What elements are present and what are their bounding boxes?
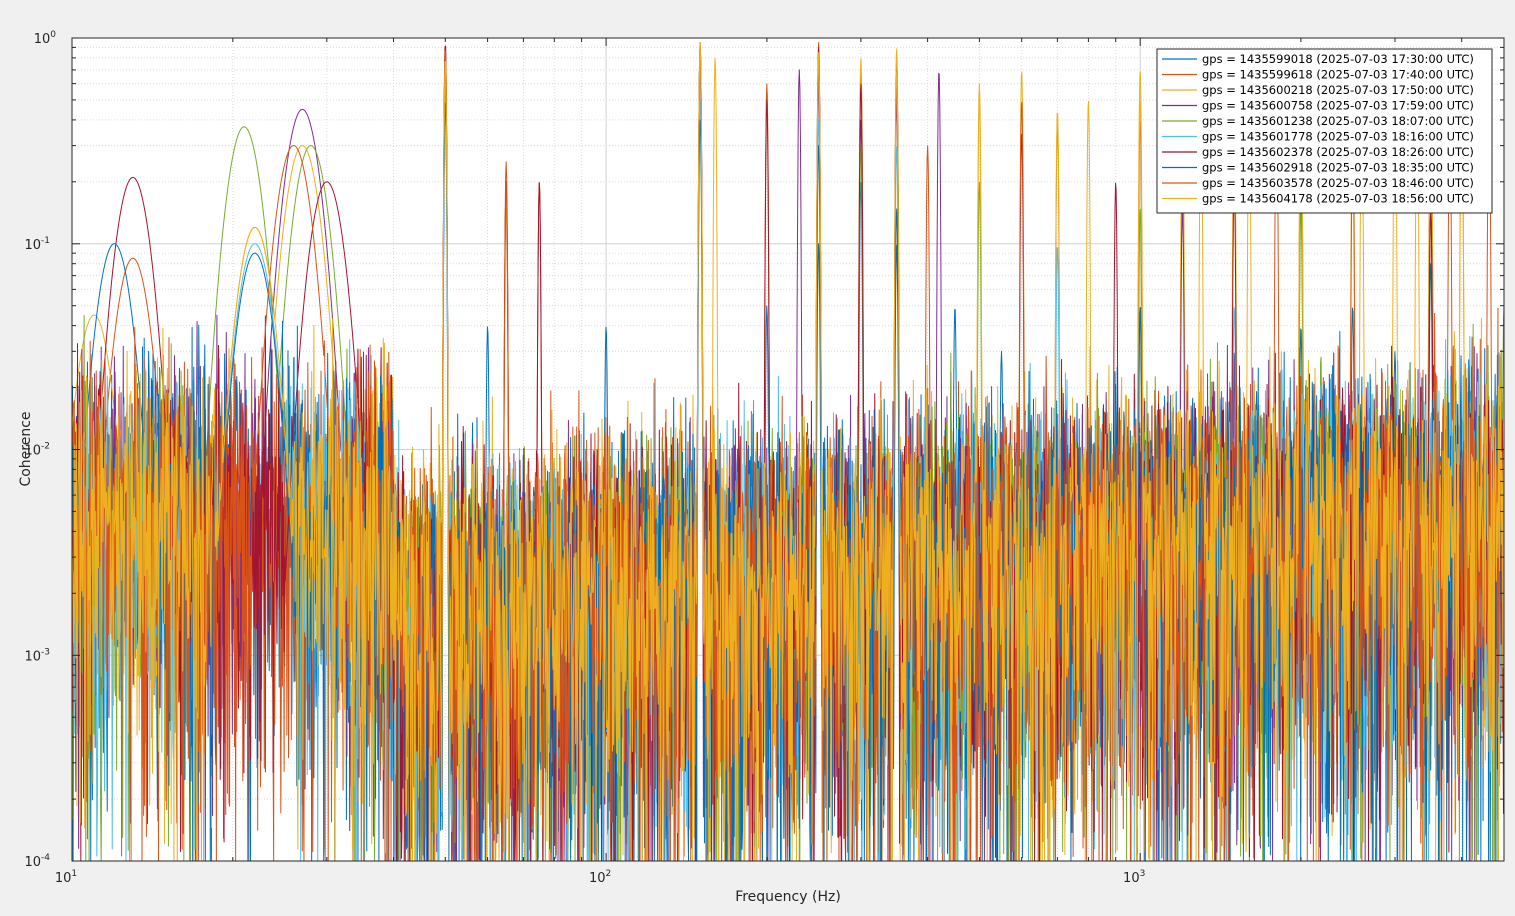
x-tick-label: 101 [55, 869, 77, 886]
y-tick-label-base: 10 [24, 238, 41, 253]
y-tick-label-base: 10 [24, 649, 41, 664]
legend-entry-5[interactable]: gps = 1435601238 (2025-07-03 18:07:00 UT… [1202, 114, 1474, 128]
y-tick-label-exponent: -2 [41, 442, 50, 452]
y-tick-label: 10-1 [24, 236, 50, 253]
y-tick-label: 10-3 [24, 647, 50, 664]
x-tick-label: 103 [1123, 869, 1145, 886]
legend[interactable]: gps = 1435599018 (2025-07-03 17:30:00 UT… [1156, 48, 1493, 214]
legend-entry-2[interactable]: gps = 1435599618 (2025-07-03 17:40:00 UT… [1202, 68, 1474, 82]
y-tick-label-exponent: -1 [41, 236, 50, 246]
x-tick-label-exponent: 2 [606, 869, 612, 879]
x-tick-label-base: 10 [1123, 871, 1140, 886]
x-tick-label: 102 [589, 869, 611, 886]
y-axis-label: Coherence [18, 411, 34, 486]
y-tick-label-exponent: -4 [41, 853, 50, 863]
y-tick-label-exponent: -3 [41, 647, 50, 657]
legend-entry-10[interactable]: gps = 1435604178 (2025-07-03 18:56:00 UT… [1202, 192, 1474, 206]
x-tick-label-base: 10 [55, 871, 72, 886]
legend-entry-9[interactable]: gps = 1435603578 (2025-07-03 18:46:00 UT… [1202, 176, 1474, 190]
legend-entry-3[interactable]: gps = 1435600218 (2025-07-03 17:50:00 UT… [1202, 83, 1474, 97]
legend-entry-1[interactable]: gps = 1435599018 (2025-07-03 17:30:00 UT… [1202, 52, 1474, 66]
y-tick-label: 10-4 [24, 853, 50, 870]
legend-entry-4[interactable]: gps = 1435600758 (2025-07-03 17:59:00 UT… [1202, 99, 1474, 113]
figure: 101 102 103 10-4 10-3 10-2 10-1 100 Frequency (… [0, 0, 1515, 916]
x-tick-label-exponent: 3 [1140, 869, 1146, 879]
legend-entry-8[interactable]: gps = 1435602918 (2025-07-03 18:35:00 UT… [1202, 161, 1474, 175]
y-tick-label-base: 10 [24, 855, 41, 870]
y-tick-label: 100 [34, 30, 57, 47]
x-tick-label-base: 10 [589, 871, 606, 886]
y-tick-label-base: 10 [34, 32, 51, 47]
y-tick-label-exponent: 0 [50, 30, 56, 40]
x-axis-label: Frequency (Hz) [735, 889, 841, 905]
legend-entry-7[interactable]: gps = 1435602378 (2025-07-03 18:26:00 UT… [1202, 145, 1474, 159]
x-tick-label-exponent: 1 [71, 869, 77, 879]
coherence-chart: 101 102 10310-410-310-210-1100 Frequency (… [18, 30, 1505, 905]
legend-entry-6[interactable]: gps = 1435601778 (2025-07-03 18:16:00 UT… [1202, 130, 1474, 144]
